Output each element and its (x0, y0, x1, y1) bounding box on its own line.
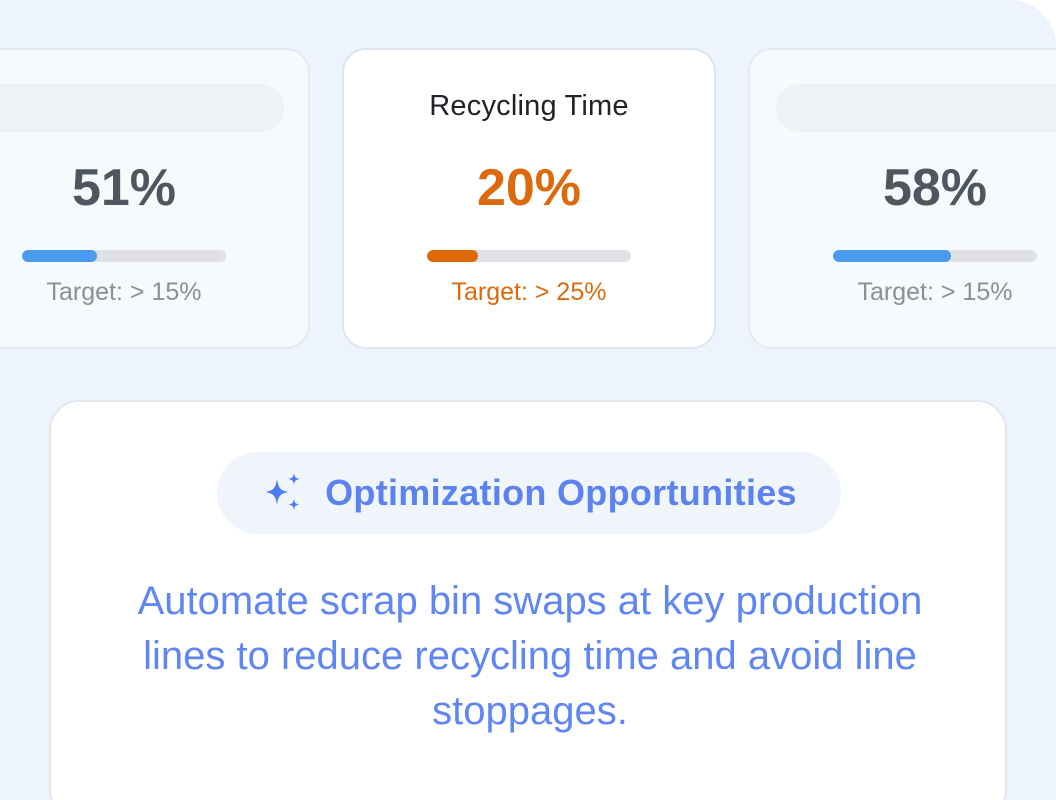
progress-bar (427, 250, 631, 262)
progress-fill (427, 250, 478, 262)
title-placeholder (776, 84, 1056, 132)
metric-card-left[interactable]: 51% Target: > 15% (0, 48, 310, 349)
optimization-text: Automate scrap bin swaps at key producti… (137, 579, 923, 733)
metric-value: 20% (476, 159, 582, 217)
metric-target: Target: > 25% (451, 278, 607, 306)
optimization-title: Optimization Opportunities (325, 472, 797, 513)
progress-bar (22, 250, 226, 262)
progress-bar (833, 250, 1037, 262)
optimization-header: Optimization Opportunities (217, 452, 841, 534)
progress-fill (833, 250, 952, 262)
metric-target: Target: > 15% (46, 278, 202, 306)
title-placeholder (0, 84, 284, 132)
optimization-card: Optimization Opportunities Automate scra… (49, 400, 1007, 800)
metric-value: 51% (71, 159, 177, 217)
sparkle-icon (265, 473, 301, 510)
metric-card-right[interactable]: 58% Target: > 15% (748, 48, 1056, 349)
metric-title: Recycling Time (429, 90, 629, 122)
dashboard-panel: 51% Target: > 15% Recycling Time 20% Tar… (0, 0, 1056, 800)
progress-fill (22, 250, 98, 262)
metric-value: 58% (882, 159, 988, 217)
metric-target: Target: > 15% (857, 278, 1013, 306)
metric-card-recycling-time[interactable]: Recycling Time 20% Target: > 25% (342, 48, 716, 349)
